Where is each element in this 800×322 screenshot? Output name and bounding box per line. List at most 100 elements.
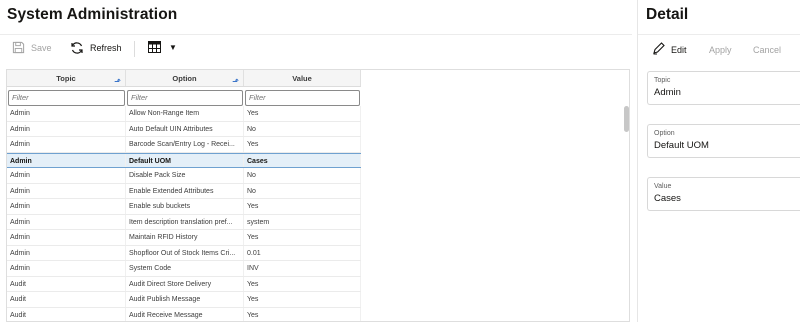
topic-field-value: Admin (654, 87, 681, 98)
option-cell: Audit Publish Message (126, 292, 244, 307)
table-row[interactable]: Admin Enable sub buckets Yes (7, 199, 361, 215)
value-cell: Yes (244, 307, 361, 321)
topic-cell: Audit (7, 307, 126, 321)
cancel-button[interactable]: Cancel (753, 45, 781, 55)
save-button[interactable]: Save (12, 41, 52, 54)
page-title: System Administration (7, 6, 178, 23)
detail-title: Detail (646, 6, 689, 23)
detail-panel: Detail Edit Apply Cancel Topic Admin Opt… (637, 0, 800, 322)
edit-button[interactable]: Edit (652, 42, 687, 57)
toolbar-divider (134, 41, 135, 57)
value-filter-input[interactable] (245, 89, 360, 106)
filter-cell (244, 87, 361, 106)
filter-row (7, 87, 361, 106)
refresh-button[interactable]: Refresh (70, 41, 122, 55)
vertical-scrollbar[interactable] (624, 106, 629, 132)
option-cell: Enable sub buckets (126, 199, 244, 214)
topic-cell: Admin (7, 121, 126, 136)
value-field-label: Value (654, 183, 672, 190)
option-field: Option Default UOM (647, 124, 800, 158)
table-body: Topic ⬏ Option ⬏ Value AdminAllow Non-Ra… (7, 70, 361, 321)
value-cell: Yes (244, 292, 361, 307)
topic-cell: Admin (7, 168, 126, 183)
settings-table: Topic ⬏ Option ⬏ Value AdminAllow Non-Ra… (6, 69, 630, 322)
table-row[interactable]: Audit Audit Publish Message Yes (7, 292, 361, 308)
value-cell: Yes (244, 106, 361, 121)
sort-ascending-icon[interactable]: ⬏ (114, 73, 121, 90)
table-row[interactable]: Admin Allow Non-Range Item Yes (7, 106, 361, 122)
value-field-value: Cases (654, 193, 681, 204)
option-cell: Default UOM (126, 153, 244, 167)
grid-view-icon (148, 41, 161, 53)
filter-cell (7, 87, 126, 106)
table-row[interactable]: Audit Audit Receive Message Yes (7, 307, 361, 321)
topic-field-label: Topic (654, 77, 671, 84)
option-cell: Enable Extended Attributes (126, 183, 244, 198)
value-cell: system (244, 214, 361, 229)
option-field-value: Default UOM (654, 140, 709, 151)
topic-cell: Admin (7, 199, 126, 214)
table-header: Topic ⬏ Option ⬏ Value (7, 70, 361, 87)
table-row[interactable]: Admin Maintain RFID History Yes (7, 230, 361, 246)
option-cell: Item description translation pref... (126, 214, 244, 229)
option-cell: Maintain RFID History (126, 230, 244, 245)
table-row[interactable]: Admin Default UOM Cases (7, 152, 361, 168)
column-header-value[interactable]: Value (244, 70, 361, 86)
pencil-icon (652, 42, 665, 57)
topic-filter-input[interactable] (8, 89, 125, 106)
save-button-label: Save (31, 42, 52, 53)
option-cell: Audit Direct Store Delivery (126, 276, 244, 291)
value-cell: Yes (244, 137, 361, 152)
table-row[interactable]: Admin Disable Pack Size No (7, 168, 361, 184)
save-icon (12, 41, 25, 54)
topic-cell: Admin (7, 106, 126, 121)
value-cell: Yes (244, 230, 361, 245)
table-row[interactable]: Audit Audit Direct Store Delivery Yes (7, 276, 361, 292)
topic-cell: Admin (7, 230, 126, 245)
option-cell: Disable Pack Size (126, 168, 244, 183)
value-cell: No (244, 183, 361, 198)
column-header-label: Option (172, 74, 197, 83)
table-row[interactable]: Admin Barcode Scan/Entry Log - Recei... Ye… (7, 137, 361, 153)
topic-cell: Admin (7, 261, 126, 276)
topic-field: Topic Admin (647, 71, 800, 105)
option-field-label: Option (654, 130, 675, 137)
table-rows: Admin Allow Non-Range Item Yes Admin Auto De… (7, 106, 361, 321)
topic-cell: Admin (7, 183, 126, 198)
view-menu-button[interactable]: ▼ (148, 41, 177, 53)
refresh-button-label: Refresh (90, 43, 122, 53)
option-filter-input[interactable] (127, 89, 243, 106)
column-header-option[interactable]: Option ⬏ (126, 70, 244, 86)
column-header-label: Value (292, 74, 312, 83)
table-row[interactable]: Admin Shopfloor Out of Stock Items Cri...… (7, 245, 361, 261)
table-row[interactable]: Admin System Code INV (7, 261, 361, 277)
value-field: Value Cases (647, 177, 800, 211)
column-header-topic[interactable]: Topic ⬏ (7, 70, 126, 86)
edit-button-label: Edit (671, 44, 687, 55)
option-cell: Shopfloor Out of Stock Items Cri... (126, 245, 244, 260)
topic-cell: Audit (7, 292, 126, 307)
table-row[interactable]: Admin Item description translation pref..… (7, 214, 361, 230)
value-cell: No (244, 121, 361, 136)
apply-button[interactable]: Apply (709, 45, 732, 55)
table-row[interactable]: Admin Enable Extended Attributes No (7, 183, 361, 199)
option-cell: System Code (126, 261, 244, 276)
option-cell: Barcode Scan/Entry Log - Recei... (126, 137, 244, 152)
filter-cell (126, 87, 244, 106)
column-header-label: Topic (56, 74, 76, 83)
table-row[interactable]: Admin Auto Default UIN Attributes No (7, 121, 361, 137)
system-administration-panel: System Administration Save Refresh ▼ Top… (0, 0, 632, 322)
topic-cell: Admin (7, 153, 126, 167)
topic-cell: Admin (7, 214, 126, 229)
option-cell: Audit Receive Message (126, 307, 244, 321)
sort-ascending-icon[interactable]: ⬏ (232, 73, 239, 90)
detail-toolbar: Edit Apply Cancel (638, 34, 800, 62)
topic-cell: Admin (7, 137, 126, 152)
topic-cell: Audit (7, 276, 126, 291)
value-cell: Yes (244, 276, 361, 291)
value-cell: Yes (244, 199, 361, 214)
value-cell: No (244, 168, 361, 183)
option-cell: Allow Non-Range Item (126, 106, 244, 121)
value-cell: 0.01 (244, 245, 361, 260)
table-toolbar: Save Refresh ▼ (0, 34, 632, 62)
